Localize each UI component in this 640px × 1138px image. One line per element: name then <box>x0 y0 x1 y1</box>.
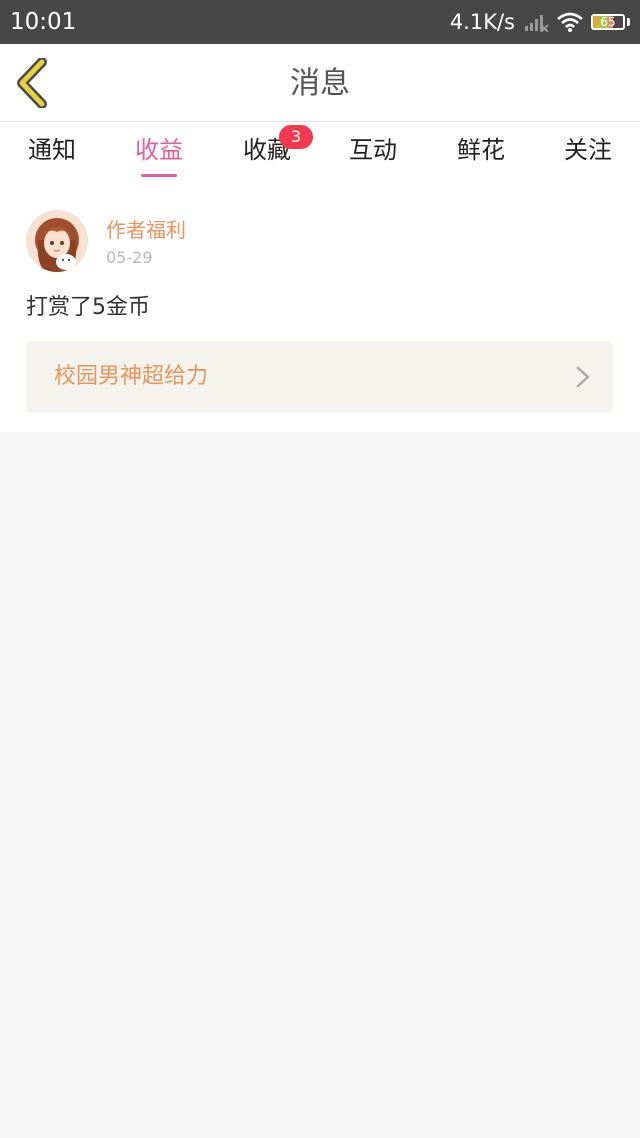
tab-flowers[interactable]: 鲜花 <box>441 134 521 166</box>
tab-interactions[interactable]: 互动 <box>333 134 413 166</box>
favorites-badge: 3 <box>279 125 313 149</box>
message-card: 作者福利 05-29 打赏了5金币 校园男神超给力 <box>0 184 640 432</box>
status-bar: 10:01 4.1K/s 65 <box>0 0 640 44</box>
wifi-icon <box>557 12 583 32</box>
tab-label: 关注 <box>564 136 612 164</box>
nav-bar: 消息 <box>0 44 640 122</box>
avatar-image <box>26 210 88 272</box>
tab-follows[interactable]: 关注 <box>548 134 628 166</box>
tab-label: 鲜花 <box>457 136 505 164</box>
active-tab-indicator <box>141 174 177 177</box>
book-link[interactable]: 校园男神超给力 <box>26 341 613 413</box>
book-title: 校园男神超给力 <box>54 364 209 389</box>
tab-label: 互动 <box>349 136 397 164</box>
battery-icon: 65 <box>591 14 625 30</box>
avatar[interactable] <box>26 210 88 272</box>
page-title: 消息 <box>290 66 350 101</box>
status-icons: 4.1K/s 65 <box>450 9 630 35</box>
chevron-right-icon <box>576 366 590 388</box>
tab-favorites[interactable]: 收藏 3 <box>227 125 313 166</box>
tab-notifications[interactable]: 通知 <box>12 134 92 166</box>
tab-bar: 通知 收益 收藏 3 互动 鲜花 关注 <box>0 122 640 184</box>
signal-icon <box>525 15 549 32</box>
network-speed: 4.1K/s <box>449 10 515 34</box>
battery-level: 65 <box>600 15 616 29</box>
message-text: 打赏了5金币 <box>26 295 150 320</box>
status-time: 10:01 <box>10 9 77 35</box>
battery-tip <box>627 18 630 26</box>
tab-label: 收益 <box>135 136 183 164</box>
message-date: 05-29 <box>106 248 153 267</box>
tab-earnings[interactable]: 收益 <box>119 134 199 177</box>
tab-label: 通知 <box>28 136 76 164</box>
sender-name: 作者福利 <box>106 218 186 242</box>
